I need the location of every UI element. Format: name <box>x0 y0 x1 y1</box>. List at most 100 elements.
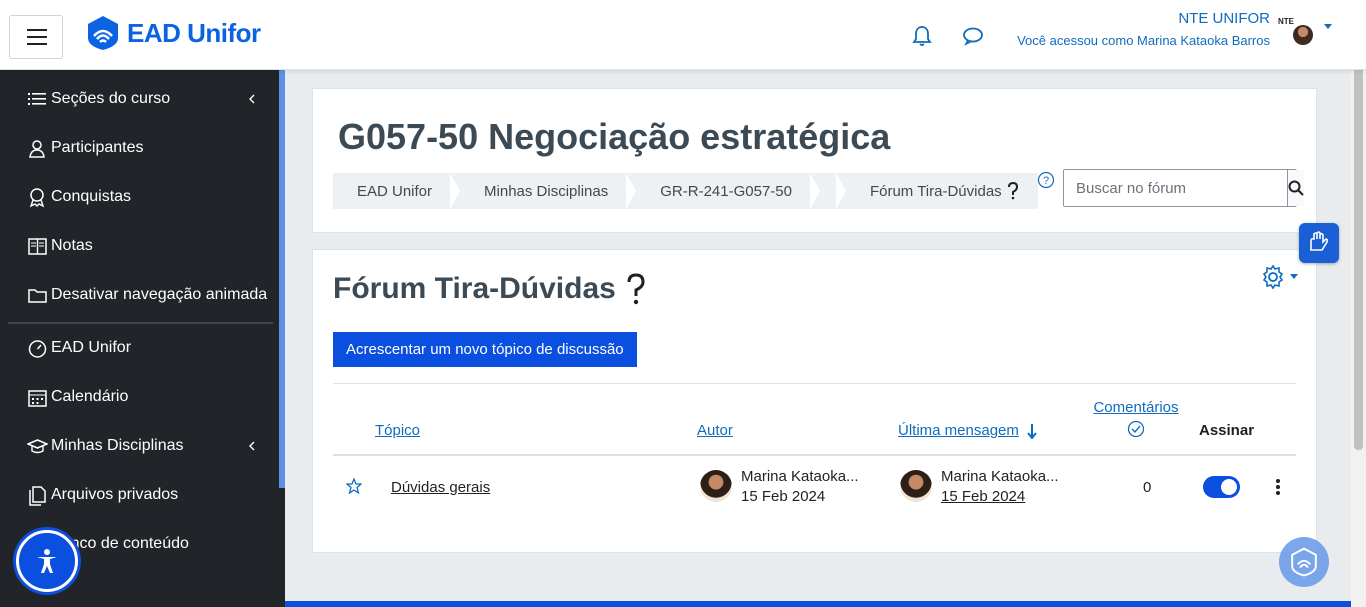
add-discussion-button[interactable]: Acrescentar um novo tópico de discussão <box>333 332 637 367</box>
users-icon <box>29 139 45 158</box>
accessibility-button[interactable] <box>16 530 78 592</box>
author-name: Marina Kataoka... <box>741 468 859 485</box>
ead-floating-logo-icon[interactable] <box>1279 537 1329 587</box>
question-icon <box>627 273 645 305</box>
gear-icon <box>1262 264 1284 290</box>
messages-icon[interactable] <box>962 24 986 48</box>
column-last-message-link[interactable]: Última mensagem <box>898 422 1019 439</box>
sidebar-item-label: Notas <box>51 237 93 254</box>
sidebar-item-minhas-disciplinas[interactable]: Minhas Disciplinas <box>27 432 184 460</box>
sidebar-item-arquivos-privados[interactable]: Arquivos privados <box>27 481 178 509</box>
calendar-icon <box>28 389 47 407</box>
last-message-avatar[interactable] <box>900 470 932 502</box>
forum-card: Fórum Tira-Dúvidas Acrescentar um novo t… <box>312 249 1317 553</box>
bell-icon[interactable] <box>910 24 934 48</box>
user-avatar[interactable] <box>1293 25 1313 45</box>
star-icon[interactable] <box>346 478 362 494</box>
ead-unifor-logo-icon <box>88 16 118 50</box>
brand-name: EAD Unifor <box>127 17 261 48</box>
ead-unifor-logo-icon <box>1291 547 1317 577</box>
question-icon <box>1007 182 1018 200</box>
breadcrumb-separator <box>626 173 637 209</box>
column-author-link[interactable]: Autor <box>697 422 733 439</box>
sidebar-item-conquistas[interactable]: Conquistas <box>27 183 131 211</box>
column-comments-link[interactable]: Comentários <box>1093 399 1178 416</box>
check-circle-icon <box>1127 420 1145 438</box>
files-icon <box>29 485 46 506</box>
sidebar-item-notas[interactable]: Notas <box>27 232 93 260</box>
list-icon <box>28 92 46 105</box>
help-icon[interactable]: ? <box>1037 171 1055 189</box>
user-menu-caret-icon[interactable] <box>1324 24 1332 29</box>
divider <box>333 383 1296 384</box>
breadcrumb-separator <box>809 173 820 209</box>
caret-down-icon <box>1290 274 1298 279</box>
table-header-rule <box>333 454 1296 456</box>
breadcrumb-item[interactable]: Minhas Disciplinas <box>460 173 626 209</box>
forum-title: Fórum Tira-Dúvidas <box>333 272 648 306</box>
forum-title-text: Fórum Tira-Dúvidas <box>333 272 616 305</box>
sort-down-icon <box>1027 423 1037 439</box>
page-scrollbar[interactable] <box>1351 0 1366 607</box>
author-date: 15 Feb 2024 <box>741 488 826 505</box>
breadcrumb-item[interactable] <box>820 173 836 209</box>
sidebar-item-desativar-navegacao[interactable]: Desativar navegação animada <box>27 281 267 309</box>
breadcrumb-item[interactable]: GR-R-241-G057-50 <box>636 173 810 209</box>
search-input[interactable] <box>1064 170 1287 206</box>
user-org: NTE UNIFOR <box>1178 10 1270 27</box>
forum-settings-menu[interactable] <box>1260 264 1298 290</box>
sidebar-item-label: Seções do curso <box>51 90 171 107</box>
breadcrumb-item[interactable]: EAD Unifor <box>333 173 450 209</box>
column-topic[interactable]: Tópico <box>375 422 420 439</box>
accessibility-icon <box>37 549 57 573</box>
breadcrumb-item-current: Fórum Tira-Dúvidas <box>846 173 1038 209</box>
row-actions-kebab-icon[interactable] <box>1276 479 1280 497</box>
column-last-message[interactable]: Última mensagem <box>898 422 1037 439</box>
subscribe-toggle[interactable] <box>1203 476 1240 498</box>
search-button[interactable] <box>1287 170 1304 206</box>
comments-check-wrap <box>1090 420 1182 442</box>
sidebar-item-secoes[interactable]: Seções do curso <box>27 85 170 113</box>
breadcrumb-separator <box>835 173 846 209</box>
folder-icon <box>28 288 47 303</box>
column-comments[interactable]: Comentários <box>1090 399 1182 442</box>
sidebar-item-label: Desativar navegação animada <box>51 286 268 303</box>
user-menu[interactable]: NTE UNIFOR Você acessou como Marina Kata… <box>1017 10 1270 48</box>
breadcrumb: EAD Unifor Minhas Disciplinas GR-R-241-G… <box>333 173 1038 209</box>
sidebar-scrollbar[interactable] <box>279 70 285 488</box>
sidebar-item-label: Calendário <box>51 388 129 405</box>
brand-logo[interactable]: EAD Unifor <box>85 14 261 52</box>
column-topic-link[interactable]: Tópico <box>375 422 420 439</box>
sign-language-icon <box>1310 231 1329 251</box>
column-author[interactable]: Autor <box>697 422 733 439</box>
footer-bar <box>285 601 1366 607</box>
sidebar-item-participantes[interactable]: Participantes <box>27 134 144 162</box>
last-message-author: Marina Kataoka... <box>941 468 1059 485</box>
breadcrumb-separator <box>450 173 461 209</box>
search-icon <box>1288 180 1304 196</box>
chevron-left-icon[interactable] <box>247 94 257 104</box>
page-title: G057-50 Negociação estratégica <box>338 116 891 157</box>
breadcrumb-current-label: Fórum Tira-Dúvidas <box>869 182 1002 200</box>
graduation-cap-icon <box>27 438 48 453</box>
top-navbar: EAD Unifor NTE UNIFOR Você acessou como … <box>0 0 1366 70</box>
page-header: G057-50 Negociação estratégica EAD Unifo… <box>312 88 1317 233</box>
chevron-left-icon[interactable] <box>247 441 257 451</box>
sidebar-item-ead-unifor[interactable]: EAD Unifor <box>27 334 131 362</box>
sidebar-item-label: EAD Unifor <box>51 339 132 356</box>
sidebar-divider <box>8 322 273 324</box>
menu-toggle-button[interactable] <box>9 15 63 59</box>
author-avatar[interactable] <box>700 470 732 502</box>
topic-link[interactable]: Dúvidas gerais <box>391 479 490 496</box>
user-login-info: Você acessou como Marina Kataoka Barros <box>1017 33 1270 48</box>
forum-search <box>1063 169 1304 207</box>
column-subscribe: Assinar <box>1199 422 1255 439</box>
sidebar-item-label: Arquivos privados <box>51 486 179 503</box>
vlibras-button[interactable] <box>1299 223 1339 263</box>
badge-icon <box>29 187 45 207</box>
grades-icon <box>28 237 47 255</box>
sidebar-item-label: Conquistas <box>51 188 132 205</box>
table-row: Dúvidas gerais Marina Kataoka... 15 Feb … <box>333 458 1296 518</box>
last-message-date-link[interactable]: 15 Feb 2024 <box>941 488 1025 505</box>
sidebar-item-calendario[interactable]: Calendário <box>27 383 128 411</box>
